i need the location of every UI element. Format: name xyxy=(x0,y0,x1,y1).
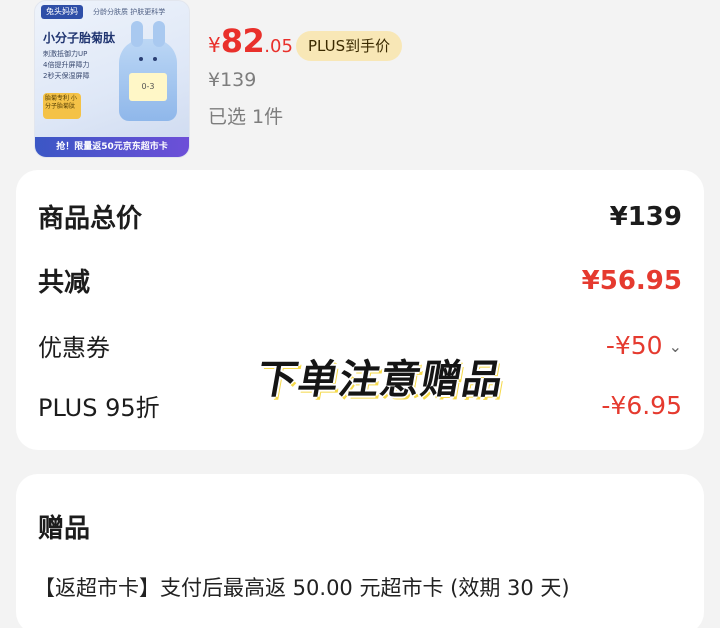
promo-banner: 抢！限量返50元京东超市卡 xyxy=(35,137,189,157)
product-image-bullets: 刺激抵御力UP 4倍提升屏障力 2秒天保湿屏障 xyxy=(43,49,89,82)
price-integer: 82 xyxy=(220,22,265,60)
bullet-2: 4倍提升屏障力 xyxy=(43,61,90,69)
bullet-3: 2秒天保湿屏障 xyxy=(43,72,90,80)
brand-tag: 兔头妈妈 xyxy=(41,5,83,19)
original-price: ¥139 xyxy=(208,69,257,91)
total-price-value: ¥139 xyxy=(609,201,682,232)
price-currency: ¥ xyxy=(208,33,221,57)
jar-label: 0-3 xyxy=(129,73,167,101)
gift-title: 赠品 xyxy=(38,514,91,544)
coupon-label: 优惠券 xyxy=(38,334,110,362)
jar-eye-right xyxy=(153,57,157,61)
product-jar-illustration: 0-3 xyxy=(119,21,177,121)
bullet-1: 刺激抵御力UP xyxy=(43,50,88,58)
total-discount-label: 共减 xyxy=(38,268,91,298)
coupon-value[interactable]: -¥50 ⌄ xyxy=(606,331,682,360)
gift-card: 赠品 【返超市卡】支付后最高返 50.00 元超市卡 (效期 30 天) xyxy=(16,474,704,628)
product-image[interactable]: 兔头妈妈 分龄分肤质 护肤更科学 小分子胎菊肽 刺激抵御力UP 4倍提升屏障力 … xyxy=(34,0,190,158)
coupon-amount: -¥50 xyxy=(605,331,663,360)
selected-quantity[interactable]: 已选 1件 xyxy=(208,102,283,129)
product-price: ¥ 82 .05 xyxy=(208,22,293,66)
total-price-label: 商品总价 xyxy=(38,204,143,234)
brand-tagline: 分龄分肤质 护肤更科学 xyxy=(93,8,166,16)
total-discount-row: 共减 ¥56.95 xyxy=(38,262,682,299)
plus-discount-label: PLUS 95折 xyxy=(38,394,160,422)
order-confirm-page: 兔头妈妈 分龄分肤质 护肤更科学 小分子胎菊肽 刺激抵御力UP 4倍提升屏障力 … xyxy=(0,0,720,628)
patent-sticker: 胎菊专利 小分子胎菊肽 xyxy=(43,93,81,119)
gift-item[interactable]: 【返超市卡】支付后最高返 50.00 元超市卡 (效期 30 天) xyxy=(34,572,570,602)
product-summary: 兔头妈妈 分龄分肤质 护肤更科学 小分子胎菊肽 刺激抵御力UP 4倍提升屏障力 … xyxy=(0,0,720,168)
price-decimal: .05 xyxy=(264,36,293,57)
plus-discount-value: -¥6.95 xyxy=(601,391,682,420)
overlay-caption: 下单注意赠品 xyxy=(244,345,518,407)
plus-price-badge: PLUS到手价 xyxy=(296,31,403,61)
jar-eye-left xyxy=(139,57,143,61)
chevron-down-icon[interactable]: ⌄ xyxy=(669,337,682,356)
total-discount-value: ¥56.95 xyxy=(581,265,682,296)
product-image-title: 小分子胎菊肽 xyxy=(43,31,116,45)
total-price-row: 商品总价 ¥139 xyxy=(38,198,682,235)
price-summary-card: 商品总价 ¥139 共减 ¥56.95 优惠券 -¥50 ⌄ PLUS 95折 -… xyxy=(16,170,704,450)
